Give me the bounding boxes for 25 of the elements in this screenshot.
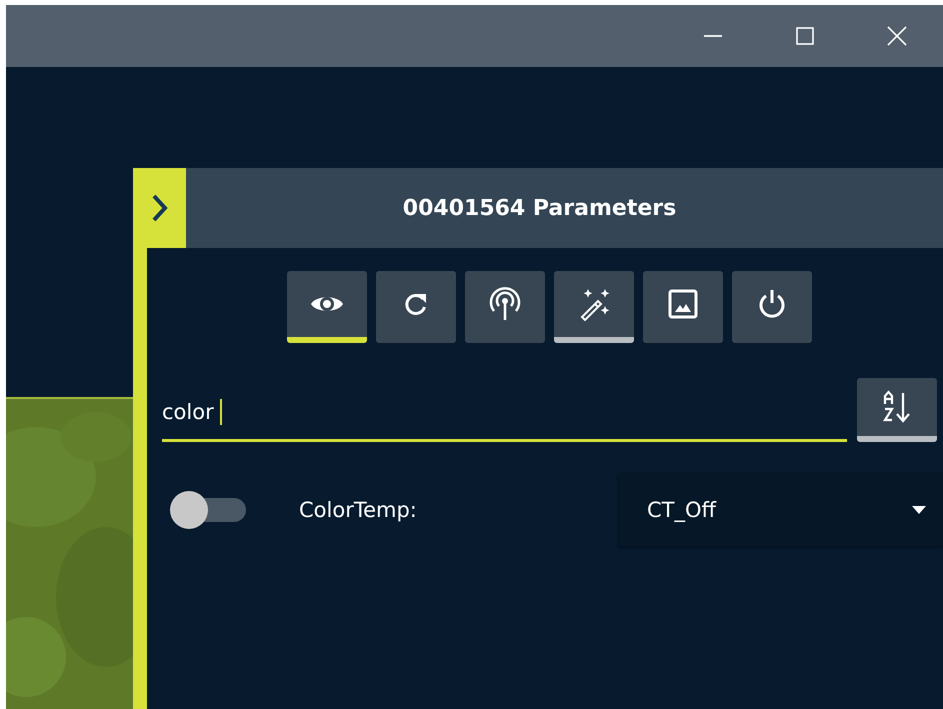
magic-wand-icon xyxy=(578,287,610,321)
caret-down-icon xyxy=(911,505,927,515)
refresh-icon xyxy=(403,291,429,317)
image-icon xyxy=(668,289,698,319)
toolbar-button[interactable] xyxy=(376,271,456,343)
collapse-button[interactable] xyxy=(133,168,186,248)
dropdown-value: CT_Off xyxy=(647,498,716,522)
power-icon xyxy=(757,289,787,319)
toolbar-button[interactable] xyxy=(732,271,812,343)
sort-button[interactable] xyxy=(857,378,937,442)
toolbar-button[interactable] xyxy=(465,271,545,343)
value-dropdown[interactable]: CT_Off xyxy=(619,474,943,546)
minimize-icon xyxy=(704,35,722,37)
text-cursor xyxy=(220,399,222,425)
broadcast-icon xyxy=(489,287,521,321)
search-field[interactable]: color xyxy=(162,385,847,442)
maximize-icon xyxy=(794,25,816,47)
chevron-right-icon xyxy=(150,193,170,223)
parameter-label: ColorTemp: xyxy=(299,498,418,522)
sort-icon xyxy=(882,390,912,424)
toolbar-button[interactable] xyxy=(643,271,723,343)
close-icon xyxy=(886,25,908,47)
panel-title: 00401564 Parameters xyxy=(402,196,676,220)
toolbar-button[interactable] xyxy=(554,271,634,343)
toolbar-button[interactable] xyxy=(287,271,367,343)
